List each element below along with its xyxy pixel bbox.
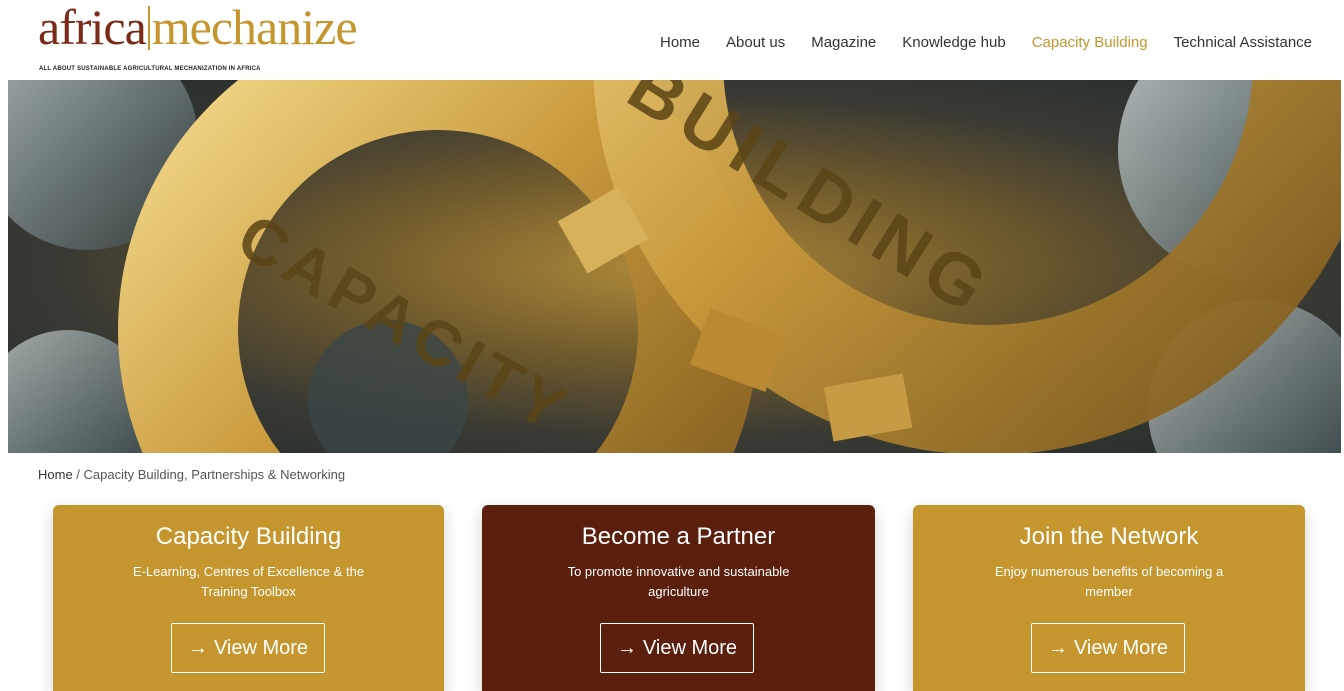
view-more-button[interactable]: → View More <box>600 623 754 673</box>
breadcrumb: Home / Capacity Building, Partnerships &… <box>38 467 345 482</box>
site-header: africa mechanize ALL ABOUT SUSTAINABLE AG… <box>0 0 1344 80</box>
card-subtitle: To promote innovative and sustainable ag… <box>567 564 790 599</box>
nav-capacity-building[interactable]: Capacity Building <box>1032 34 1148 51</box>
view-more-label: View More <box>213 636 309 659</box>
arrow-right-icon: → <box>616 636 637 659</box>
logo-word-africa: africa <box>38 0 147 55</box>
nav-technical-assistance[interactable]: Technical Assistance <box>1174 34 1312 51</box>
hero-gears-illustration: CAPACITY BUILDING <box>8 80 1341 453</box>
card-capacity-building: Capacity Building E-Learning, Centres of… <box>53 505 444 691</box>
card-join-the-network: Join the Network Enjoy numerous benefits… <box>913 505 1305 691</box>
card-subtitle: E-Learning, Centres of Excellence & the … <box>132 564 365 599</box>
view-more-label: View More <box>1073 636 1169 659</box>
nav-magazine[interactable]: Magazine <box>811 34 876 51</box>
nav-home[interactable]: Home <box>660 34 700 51</box>
breadcrumb-current: Capacity Building, Partnerships & Networ… <box>83 467 346 482</box>
logo-divider <box>147 6 150 50</box>
view-more-label: View More <box>642 636 738 659</box>
card-title: Capacity Building <box>155 523 342 550</box>
view-more-button[interactable]: → View More <box>1031 623 1185 673</box>
nav-about-us[interactable]: About us <box>726 34 785 51</box>
site-logo[interactable]: africa mechanize ALL ABOUT SUSTAINABLE AG… <box>38 2 358 76</box>
logo-word-mechanize: mechanize <box>151 0 358 55</box>
logo-wordmark: africa mechanize <box>38 0 358 55</box>
nav-knowledge-hub[interactable]: Knowledge hub <box>902 34 1005 51</box>
breadcrumb-home-link[interactable]: Home <box>38 467 73 482</box>
breadcrumb-separator: / <box>72 467 84 482</box>
logo-tagline: ALL ABOUT SUSTAINABLE AGRICULTURAL MECHA… <box>39 66 261 72</box>
card-title: Become a Partner <box>581 523 776 550</box>
hero-banner: CAPACITY BUILDING <box>8 80 1341 453</box>
view-more-button[interactable]: → View More <box>171 623 325 673</box>
card-become-a-partner: Become a Partner To promote innovative a… <box>482 505 875 691</box>
main-nav: Home About us Magazine Knowledge hub Cap… <box>660 34 1312 51</box>
arrow-right-icon: → <box>1047 636 1068 659</box>
card-subtitle: Enjoy numerous benefits of becoming a me… <box>994 564 1224 599</box>
card-title: Join the Network <box>1019 523 1199 550</box>
arrow-right-icon: → <box>187 636 208 659</box>
